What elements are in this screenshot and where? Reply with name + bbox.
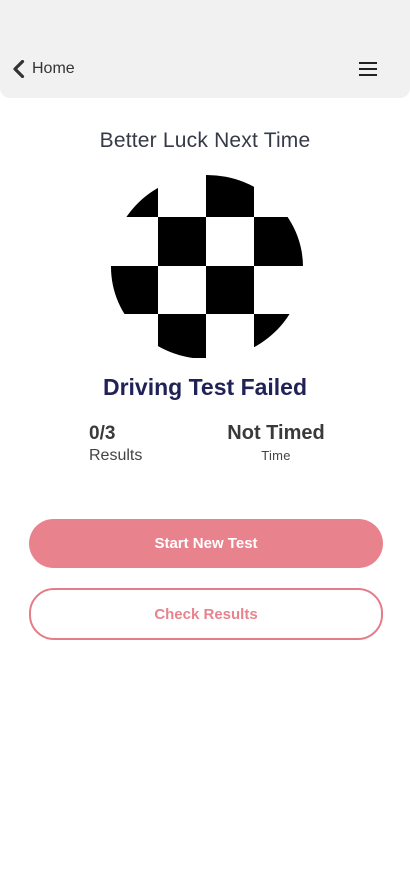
hamburger-menu-button[interactable]	[358, 60, 378, 78]
chevron-left-icon	[13, 60, 25, 78]
check-results-button[interactable]: Check Results	[29, 588, 383, 640]
score-label: Results	[89, 447, 143, 464]
top-bar: Home	[0, 0, 410, 98]
score-value: 0/3	[89, 423, 116, 444]
start-new-test-button[interactable]: Start New Test	[29, 519, 383, 568]
time-label: Time	[261, 448, 291, 463]
test-status-title: Driving Test Failed	[102, 374, 308, 400]
hamburger-menu-icon	[359, 62, 377, 76]
time-value: Not Timed	[227, 422, 325, 444]
results-screen: Home Better Luck Next Time Driving Test …	[0, 0, 410, 895]
score-stat: 0/3 Results	[89, 423, 142, 465]
back-label: Home	[32, 60, 75, 77]
checkered-flag-icon	[111, 175, 303, 358]
result-heading: Better Luck Next Time	[99, 129, 311, 152]
time-stat: Not Timed Time	[221, 422, 331, 463]
back-home-link[interactable]: Home	[12, 58, 75, 80]
